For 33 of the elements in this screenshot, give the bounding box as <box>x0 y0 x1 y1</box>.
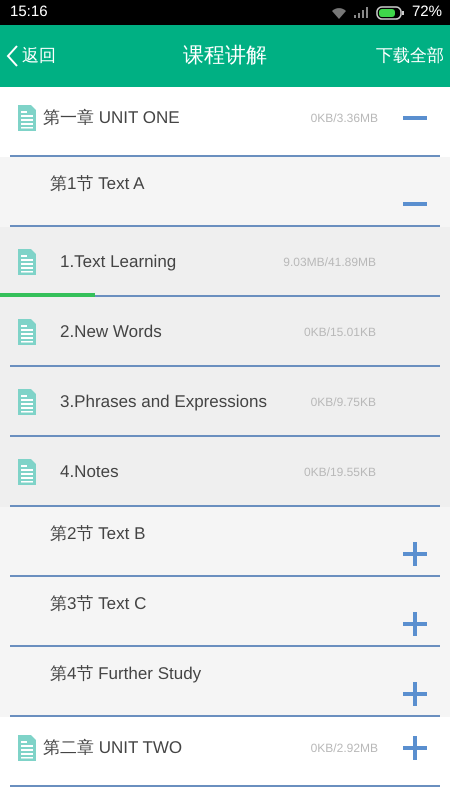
lesson-title: 1.Text Learning <box>60 251 176 274</box>
lesson-title: 3.Phrases and Expressions <box>60 391 267 414</box>
chevron-left-icon <box>6 45 18 67</box>
section-row[interactable]: 第3节 Text C <box>0 577 450 647</box>
section-row[interactable]: 第4节 Further Study <box>0 647 450 717</box>
wifi-icon <box>332 6 346 18</box>
section-title: 第3节 Text C <box>50 593 146 615</box>
document-icon <box>18 105 36 131</box>
document-icon <box>18 735 36 761</box>
file-size: 0KB/3.36MB <box>310 110 378 127</box>
page-title: 课程讲解 <box>183 43 267 70</box>
expand-icon[interactable] <box>402 541 428 567</box>
expand-icon[interactable] <box>402 611 428 637</box>
chapter-title: 第一章 UNIT ONE <box>43 107 180 130</box>
document-icon <box>18 389 36 415</box>
document-icon <box>18 319 36 345</box>
expand-icon[interactable] <box>402 681 428 707</box>
section-title: 第1节 Text A <box>50 173 144 195</box>
document-icon <box>18 249 36 275</box>
document-icon <box>18 459 36 485</box>
battery-icon <box>376 6 404 20</box>
section-title: 第2节 Text B <box>50 523 146 545</box>
signal-icon <box>354 7 368 18</box>
section-row[interactable]: 第2节 Text B <box>0 507 450 577</box>
chapter-title: 第二章 UNIT TWO <box>43 737 182 760</box>
expand-icon[interactable] <box>402 735 428 761</box>
battery-percent: 72% <box>412 2 442 22</box>
lesson-title: 2.New Words <box>60 321 162 344</box>
lesson-title: 4.Notes <box>60 461 119 484</box>
file-size: 0KB/2.92MB <box>310 740 378 757</box>
status-time: 15:16 <box>10 2 48 22</box>
section-row[interactable]: 第1节 Text A <box>0 157 450 227</box>
section-title: 第4节 Further Study <box>50 663 202 685</box>
